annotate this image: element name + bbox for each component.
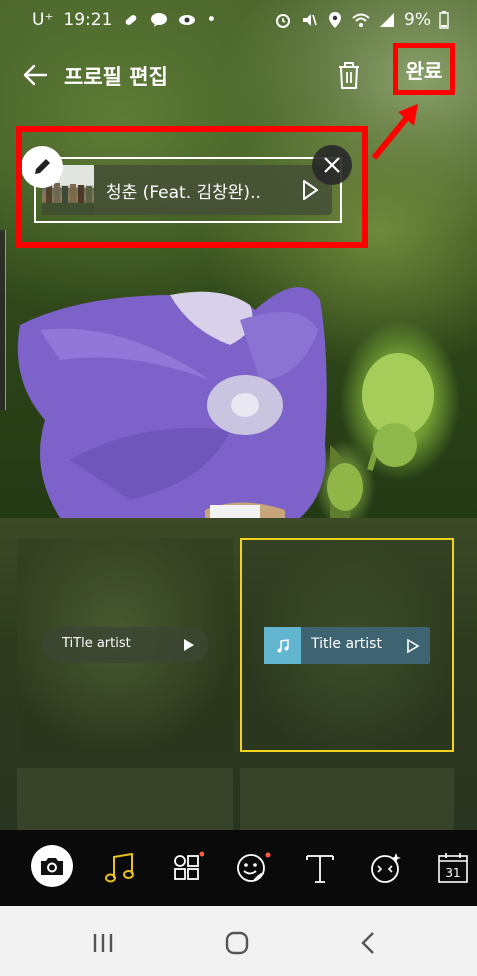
rect-style-preview: Title artist bbox=[264, 627, 430, 664]
style-option-rect-selected[interactable]: Title artist bbox=[240, 538, 454, 752]
play-icon bbox=[184, 639, 194, 651]
music-style-panel: TiTle artist Title artist bbox=[0, 518, 477, 830]
alarm-icon bbox=[276, 14, 291, 28]
sticker-tool[interactable] bbox=[233, 848, 273, 888]
signal-icon bbox=[380, 13, 395, 27]
note-icon bbox=[264, 627, 301, 664]
apps-tool[interactable] bbox=[167, 848, 207, 888]
pill-style-label: TiTle artist bbox=[62, 636, 131, 651]
rect-style-label: Title artist bbox=[311, 636, 382, 652]
text-icon bbox=[306, 855, 334, 883]
effect-icon bbox=[371, 853, 401, 883]
calendar-tool[interactable]: 31 bbox=[433, 848, 473, 888]
back-arrow-icon[interactable] bbox=[22, 62, 48, 88]
sticker-icon bbox=[237, 852, 271, 882]
pill-style-preview: TiTle artist bbox=[42, 627, 208, 663]
eye-icon bbox=[179, 15, 196, 25]
camera-icon bbox=[41, 858, 63, 875]
battery-label: 9% bbox=[404, 10, 431, 30]
music-tool[interactable] bbox=[100, 848, 140, 888]
editor-toolbar: 31 bbox=[0, 830, 477, 906]
effect-tool[interactable] bbox=[366, 848, 406, 888]
top-app-bar: 프로필 편집 완료 bbox=[0, 43, 477, 100]
time-label: 19:21 bbox=[63, 10, 113, 30]
camera-tool[interactable] bbox=[31, 845, 73, 887]
side-handle[interactable] bbox=[0, 230, 6, 410]
annotation-arrow bbox=[371, 104, 418, 160]
trash-icon[interactable] bbox=[336, 60, 362, 90]
recent-apps-icon[interactable] bbox=[88, 928, 118, 958]
music-icon bbox=[105, 852, 134, 883]
style-option-4[interactable] bbox=[240, 768, 454, 830]
system-nav-bar bbox=[0, 906, 477, 976]
wifi-icon bbox=[352, 13, 370, 27]
play-icon bbox=[407, 638, 420, 654]
page-title: 프로필 편집 bbox=[64, 65, 168, 89]
done-label: 완료 bbox=[405, 58, 443, 83]
talk-icon bbox=[151, 13, 168, 27]
calendar-day: 31 bbox=[445, 866, 460, 880]
highlight-box bbox=[16, 126, 368, 248]
style-option-pill[interactable]: TiTle artist bbox=[17, 538, 233, 752]
apps-icon bbox=[174, 851, 204, 880]
text-tool[interactable] bbox=[300, 848, 340, 888]
battery-icon bbox=[439, 11, 449, 29]
nav-back-icon[interactable] bbox=[354, 928, 384, 958]
location-icon bbox=[329, 12, 342, 28]
carrier-label: U⁺ bbox=[32, 10, 54, 30]
mute-icon bbox=[303, 14, 317, 26]
calendar-icon: 31 bbox=[438, 853, 468, 883]
status-bar: U⁺ 19:21 • 9% bbox=[0, 0, 477, 42]
done-button[interactable]: 완료 bbox=[393, 43, 455, 95]
pill-icon bbox=[126, 15, 137, 25]
home-icon[interactable] bbox=[222, 928, 252, 958]
dot-icon: • bbox=[206, 10, 217, 30]
style-option-3[interactable] bbox=[17, 768, 233, 830]
